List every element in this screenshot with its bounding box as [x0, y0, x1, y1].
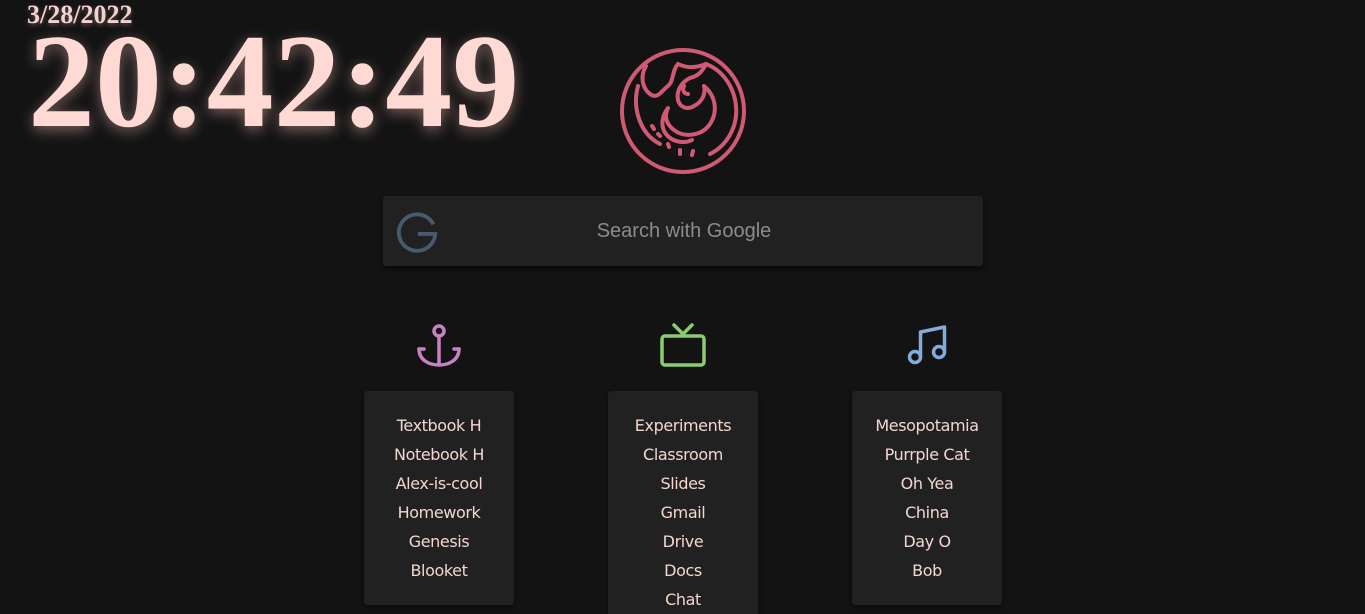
- link-item[interactable]: Purrple Cat: [852, 440, 1002, 469]
- link-item[interactable]: Docs: [608, 556, 758, 585]
- link-item[interactable]: Day O: [852, 527, 1002, 556]
- link-item[interactable]: Notebook H: [364, 440, 514, 469]
- anchor-icon: [417, 324, 461, 367]
- link-item[interactable]: Classroom: [608, 440, 758, 469]
- link-item[interactable]: Genesis: [364, 527, 514, 556]
- search-bar[interactable]: Search with Google: [383, 196, 983, 266]
- link-item[interactable]: Drive: [608, 527, 758, 556]
- clock-display: 20:42:49: [28, 7, 520, 155]
- link-item[interactable]: China: [852, 498, 1002, 527]
- link-item[interactable]: Chat: [608, 585, 758, 614]
- link-item[interactable]: Blooket: [364, 556, 514, 585]
- link-item[interactable]: Slides: [608, 469, 758, 498]
- link-item[interactable]: Textbook H: [364, 411, 514, 440]
- link-item[interactable]: Gmail: [608, 498, 758, 527]
- links-card-music: Mesopotamia Purrple Cat Oh Yea China Day…: [852, 391, 1002, 605]
- search-input[interactable]: Search with Google: [383, 196, 983, 266]
- link-item[interactable]: Bob: [852, 556, 1002, 585]
- link-item[interactable]: Experiments: [608, 411, 758, 440]
- link-item[interactable]: Alex-is-cool: [364, 469, 514, 498]
- links-card-anchor: Textbook H Notebook H Alex-is-cool Homew…: [364, 391, 514, 605]
- link-item[interactable]: Oh Yea: [852, 469, 1002, 498]
- link-item[interactable]: Mesopotamia: [852, 411, 1002, 440]
- firefox-icon: [620, 48, 746, 174]
- tv-icon: [660, 323, 706, 367]
- link-item[interactable]: Homework: [364, 498, 514, 527]
- links-card-tv: Experiments Classroom Slides Gmail Drive…: [608, 391, 758, 614]
- start-page: 3/28/2022 20:42:49 Search with Google Te…: [0, 0, 1365, 614]
- music-note-icon: [907, 325, 947, 365]
